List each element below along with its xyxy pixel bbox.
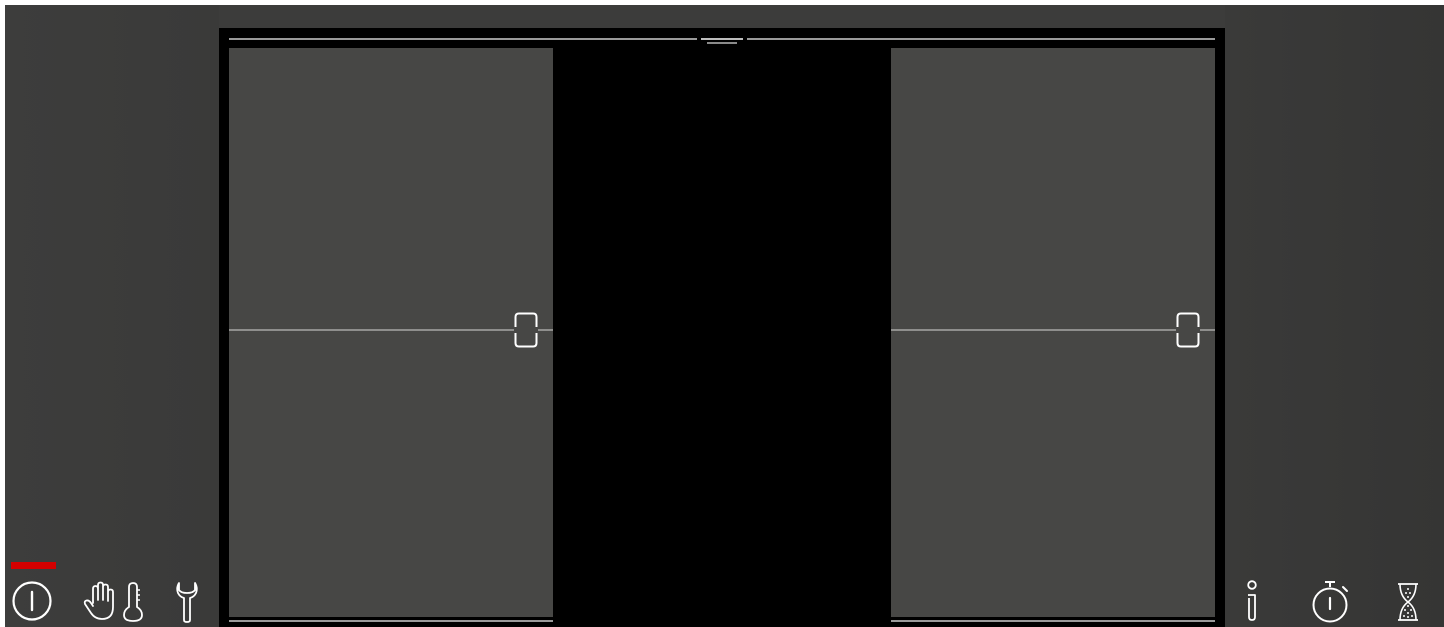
right-door-divider — [891, 329, 1215, 331]
app-frame — [5, 5, 1444, 627]
hourglass-icon[interactable] — [1396, 582, 1420, 622]
bottom-rail-right — [891, 620, 1215, 622]
active-indicator — [11, 562, 56, 569]
bottom-rail-left — [229, 620, 553, 622]
power-icon[interactable] — [11, 580, 53, 622]
left-door-divider — [229, 329, 553, 331]
right-door-handle-icon[interactable] — [1176, 312, 1200, 348]
door-panel — [219, 28, 1225, 627]
left-door-handle-icon[interactable] — [514, 312, 538, 348]
left-sidebar — [5, 5, 219, 627]
stopwatch-icon[interactable] — [1310, 579, 1354, 625]
wrench-icon[interactable] — [175, 580, 199, 624]
thermometer-icon[interactable] — [121, 581, 145, 623]
info-icon[interactable] — [1242, 579, 1262, 623]
top-rail-left — [229, 38, 697, 40]
top-rail-right — [747, 38, 1215, 40]
left-door[interactable] — [229, 48, 553, 617]
hand-icon[interactable] — [83, 581, 117, 623]
right-sidebar — [1225, 5, 1444, 627]
top-grip-icon[interactable] — [701, 34, 743, 44]
right-door[interactable] — [891, 48, 1215, 617]
